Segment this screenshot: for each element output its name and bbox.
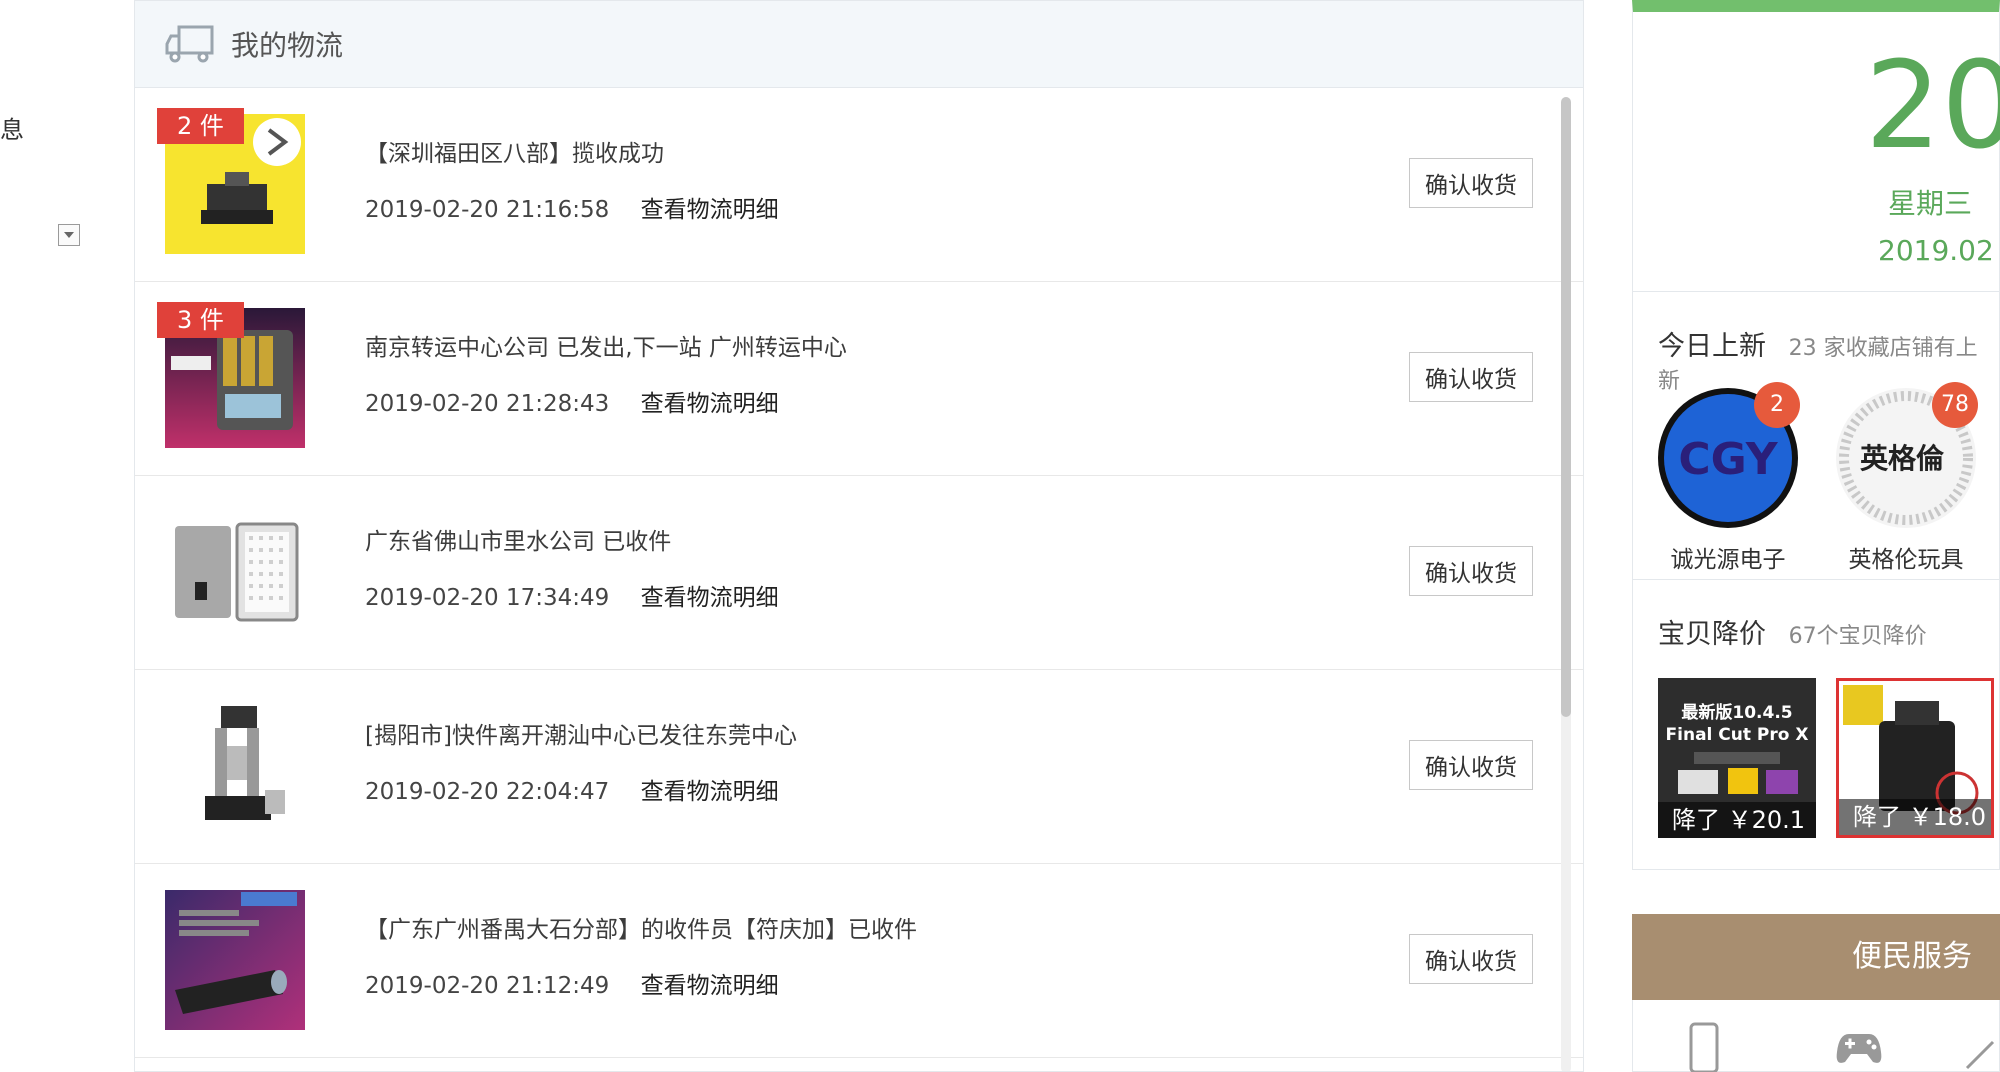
logistics-time: 2019-02-20 21:28:43 xyxy=(365,391,610,417)
logistics-time: 2019-02-20 21:16:58 xyxy=(365,197,610,223)
quantity-badge: 2 件 xyxy=(157,108,244,144)
new-today-title: 今日上新 xyxy=(1658,331,1766,362)
logistics-status: [揭阳市]快件离开潮汕中心已发往东莞中心 xyxy=(365,723,797,749)
logistics-item: [揭阳市]快件离开潮汕中心已发往东莞中心 2019-02-20 22:04:47… xyxy=(135,670,1583,864)
store-item[interactable]: 2 CGY 诚光源电子 xyxy=(1658,382,1800,574)
price-drop-label: 降了 ￥20.1 xyxy=(1658,802,1816,838)
logistics-item: 广东省佛山市里水公司 已收件 2019-02-20 17:34:49 查看物流明… xyxy=(135,476,1583,670)
new-today-section: 今日上新 23 家收藏店铺有上新 2 CGY 诚光源电子 78 英格倫 英格伦玩… xyxy=(1632,292,2000,580)
price-drop-item[interactable]: 最新版10.4.5 Final Cut Pro X 降了 ￥20.1 xyxy=(1658,678,1816,838)
logistics-status: 南京转运中心公司 已发出,下一站 广州转运中心 xyxy=(365,335,847,361)
gamepad-icon[interactable] xyxy=(1829,1018,1889,1072)
logistics-time: 2019-02-20 17:34:49 xyxy=(365,585,610,611)
service-title: 便民服务 xyxy=(1632,914,2000,1000)
logistics-panel: 我的物流 2 件 【深圳福田区八部】揽收成功 2019-02-20 21:16:… xyxy=(134,0,1584,1072)
logistics-item: 2 件 【深圳福田区八部】揽收成功 2019-02-20 21:16:58 查看… xyxy=(135,88,1583,282)
logistics-item: 【广东广州番禺大石分部】的收件员【符庆加】已收件 2019-02-20 21:1… xyxy=(135,864,1583,1058)
store-new-count: 78 xyxy=(1932,382,1978,428)
confirm-receipt-button[interactable]: 确认收货 xyxy=(1409,934,1533,984)
dropdown-toggle-icon[interactable] xyxy=(58,224,80,246)
left-nav-fragment: 息 xyxy=(0,116,24,144)
logistics-scrollbar[interactable] xyxy=(1561,97,1571,1071)
logistics-status: 【深圳福田区八部】揽收成功 xyxy=(365,141,664,167)
logistics-title: 我的物流 xyxy=(231,29,344,62)
svg-text:英格倫: 英格倫 xyxy=(1860,442,1945,475)
quantity-badge: 3 件 xyxy=(157,302,244,338)
more-service-icon[interactable] xyxy=(1963,1018,2000,1072)
confirm-receipt-button[interactable]: 确认收货 xyxy=(1409,158,1533,208)
logistics-status: 广东省佛山市里水公司 已收件 xyxy=(365,529,672,555)
view-logistics-detail-link[interactable]: 查看物流明细 xyxy=(641,973,779,999)
right-sidebar: 20 星期三 2019.02 今日上新 23 家收藏店铺有上新 2 CGY 诚光… xyxy=(1632,0,2000,1072)
product-thumbnail[interactable] xyxy=(165,502,305,642)
price-drop-subtitle[interactable]: 67个宝贝降价 xyxy=(1789,624,1927,649)
view-logistics-detail-link[interactable]: 查看物流明细 xyxy=(641,391,779,417)
store-name[interactable]: 英格伦玩具 xyxy=(1836,540,1976,574)
scrollbar-thumb[interactable] xyxy=(1561,97,1571,717)
product-thumbnail[interactable] xyxy=(165,890,305,1030)
logistics-info: 南京转运中心公司 已发出,下一站 广州转运中心 2019-02-20 21:28… xyxy=(365,332,847,420)
product-thumbnail[interactable] xyxy=(165,696,305,836)
logistics-header: 我的物流 xyxy=(135,1,1583,88)
logistics-item: 3 件 南京转运中心公司 已发出,下一站 广州转运中心 2019-02-20 2… xyxy=(135,282,1583,476)
price-drop-item[interactable]: 降了 ￥18.0 xyxy=(1836,678,1994,838)
calendar-day: 20 xyxy=(1865,37,2000,176)
logistics-time: 2019-02-20 21:12:49 xyxy=(365,973,610,999)
svg-text:最新版10.4.5: 最新版10.4.5 xyxy=(1681,702,1792,723)
view-logistics-detail-link[interactable]: 查看物流明细 xyxy=(641,779,779,805)
logistics-info: 【深圳福田区八部】揽收成功 2019-02-20 21:16:58 查看物流明细 xyxy=(365,138,779,226)
store-item[interactable]: 78 英格倫 英格伦玩具 xyxy=(1836,382,1978,574)
store-new-count: 2 xyxy=(1754,382,1800,428)
service-icon-row xyxy=(1632,1000,2000,1072)
confirm-receipt-button[interactable]: 确认收货 xyxy=(1409,740,1533,790)
logistics-info: 【广东广州番禺大石分部】的收件员【符庆加】已收件 2019-02-20 21:1… xyxy=(365,914,917,1002)
logistics-time: 2019-02-20 22:04:47 xyxy=(365,779,610,805)
svg-text:CGY: CGY xyxy=(1678,434,1778,485)
store-name[interactable]: 诚光源电子 xyxy=(1658,540,1798,574)
calendar-weekday: 星期三 xyxy=(1888,187,1973,220)
svg-text:Final Cut Pro X: Final Cut Pro X xyxy=(1666,725,1809,745)
calendar-card: 20 星期三 2019.02 xyxy=(1632,0,2000,292)
confirm-receipt-button[interactable]: 确认收货 xyxy=(1409,352,1533,402)
view-logistics-detail-link[interactable]: 查看物流明细 xyxy=(641,585,779,611)
price-drop-label: 降了 ￥18.0 xyxy=(1839,799,1991,835)
truck-icon xyxy=(165,25,214,63)
logistics-info: 广东省佛山市里水公司 已收件 2019-02-20 17:34:49 查看物流明… xyxy=(365,526,779,614)
calendar-date: 2019.02 xyxy=(1878,234,1994,267)
price-drop-section: 宝贝降价 67个宝贝降价 最新版10.4.5 Final Cut Pro X 降… xyxy=(1632,580,2000,870)
logistics-list: 2 件 【深圳福田区八部】揽收成功 2019-02-20 21:16:58 查看… xyxy=(135,88,1583,1058)
phone-icon[interactable] xyxy=(1673,1018,1733,1072)
view-logistics-detail-link[interactable]: 查看物流明细 xyxy=(641,197,779,223)
confirm-receipt-button[interactable]: 确认收货 xyxy=(1409,546,1533,596)
logistics-info: [揭阳市]快件离开潮汕中心已发往东莞中心 2019-02-20 22:04:47… xyxy=(365,720,797,808)
logistics-status: 【广东广州番禺大石分部】的收件员【符庆加】已收件 xyxy=(365,917,917,943)
price-drop-title: 宝贝降价 xyxy=(1658,619,1766,650)
